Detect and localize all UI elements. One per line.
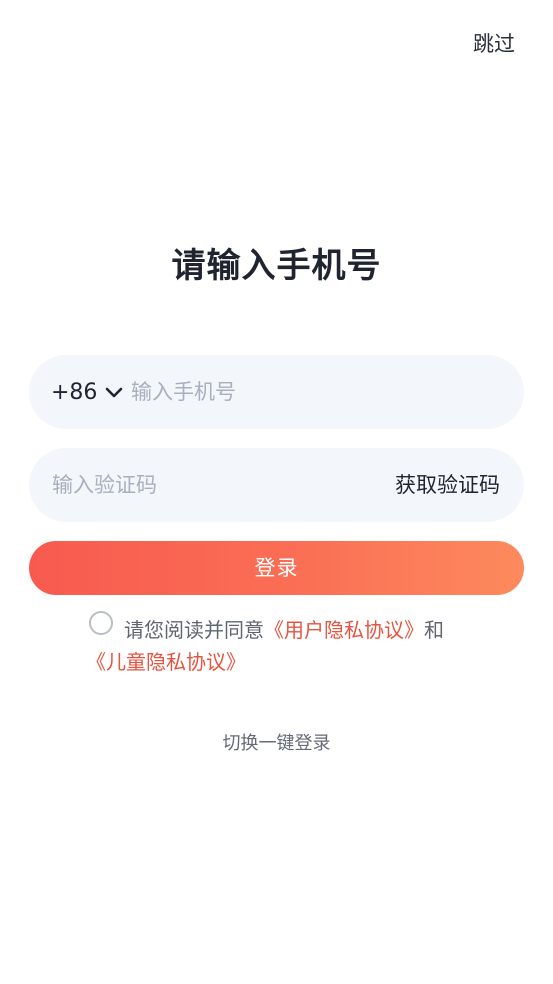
agreement-text-line2: 《儿童隐私协议》 [86,646,246,675]
verification-code-input[interactable] [52,448,352,522]
country-code-selector[interactable]: +86 [51,355,125,429]
page-title: 请输入手机号 [171,246,382,286]
get-code-button[interactable]: 获取验证码 [395,448,500,522]
phone-input[interactable] [131,355,491,429]
login-button[interactable]: 登录 [29,541,524,595]
child-privacy-link[interactable]: 《儿童隐私协议》 [86,650,246,674]
switch-one-click-login-link[interactable]: 切换一键登录 [0,729,553,755]
country-code-label: +86 [51,379,98,405]
verification-code-field: 获取验证码 [29,448,524,522]
agreement-conjunction: 和 [424,618,444,642]
chevron-down-icon [106,387,123,398]
skip-button[interactable]: 跳过 [473,28,515,58]
phone-field: +86 [29,355,524,429]
agreement-checkbox[interactable] [89,611,113,635]
agreement-text: 请您阅读并同意《用户隐私协议》和 [124,614,444,643]
user-privacy-link[interactable]: 《用户隐私协议》 [264,618,424,642]
agreement-prefix: 请您阅读并同意 [124,618,264,642]
